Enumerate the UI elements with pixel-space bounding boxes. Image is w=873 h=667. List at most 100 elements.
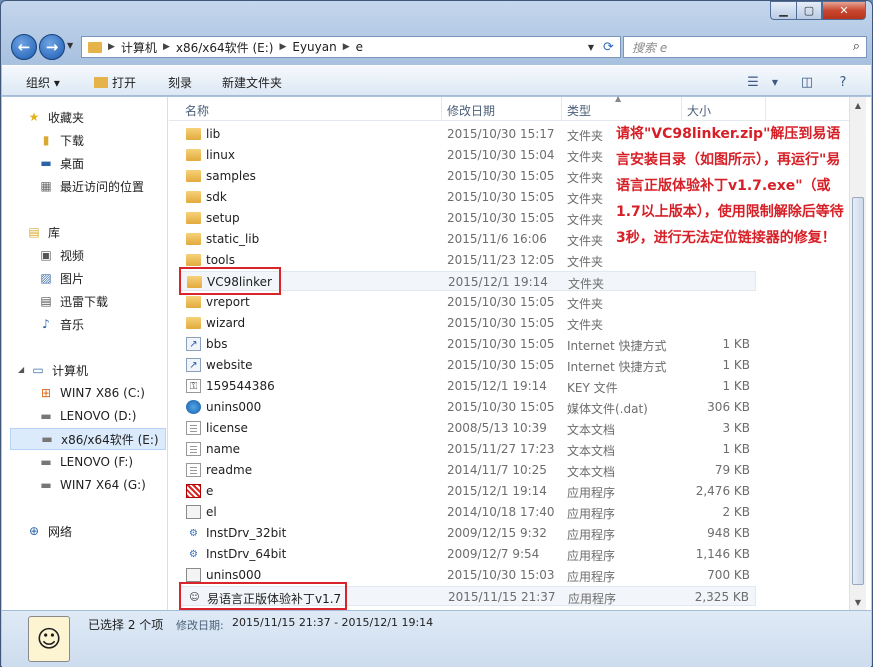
highlight-box-vc98linker (179, 267, 281, 295)
file-date: 2015/10/30 15:05 (447, 337, 555, 351)
column-name[interactable]: 名称 (185, 102, 209, 119)
nav-libraries[interactable]: ▤ 库 (26, 221, 60, 243)
breadcrumb-drive-e[interactable]: x86/x64软件 (E:) (176, 39, 274, 56)
nav-videos[interactable]: ▣ 视频 (38, 244, 84, 266)
file-date: 2015/11/27 17:23 (447, 442, 555, 456)
file-size: 79 KB (714, 463, 750, 477)
file-size: 1,146 KB (695, 547, 750, 561)
search-icon[interactable]: ⌕ (853, 39, 860, 54)
folder-icon (186, 212, 201, 224)
file-name: el (206, 505, 217, 519)
scroll-down-icon[interactable]: ▼ (850, 594, 866, 610)
column-type[interactable]: 类型 (567, 102, 591, 119)
organize-button[interactable]: 组织 ▾ (26, 74, 60, 91)
nav-drive-d[interactable]: ▬ LENOVO (D:) (38, 405, 136, 427)
nav-computer[interactable]: ▭ 计算机 (30, 359, 88, 381)
burn-button[interactable]: 刻录 (168, 74, 192, 91)
chevron-right-icon[interactable]: ▶ (163, 42, 170, 52)
folder-icon (94, 77, 108, 88)
file-type: 文件夹 (567, 234, 604, 248)
file-row[interactable]: ⚿ 159544386 2015/12/1 19:14 KEY 文件 1 KB (179, 376, 756, 396)
open-button[interactable]: 打开 (94, 74, 136, 91)
file-row[interactable]: ↗ website 2015/10/30 15:05 Internet 快捷方式 1 K… (179, 355, 756, 375)
file-name: static_lib (206, 232, 260, 246)
column-divider[interactable] (681, 97, 682, 121)
command-bar: 组织 ▾ 打开 刻录 新建文件夹 ☰ ▼ ◫ ? (2, 65, 871, 96)
view-dropdown-icon[interactable]: ▼ (764, 71, 786, 93)
nav-favorites[interactable]: ★ 收藏夹 (26, 106, 84, 128)
minimize-button[interactable]: ▁ (770, 1, 796, 20)
nav-drive-g[interactable]: ▬ WIN7 X64 (G:) (38, 474, 146, 496)
chevron-right-icon[interactable]: ▶ (279, 42, 286, 52)
nav-drive-f[interactable]: ▬ LENOVO (F:) (38, 451, 133, 473)
close-button[interactable]: ✕ (822, 1, 866, 20)
search-placeholder: 搜索 e (632, 40, 668, 55)
windows-drive-icon: ⊞ (40, 386, 52, 400)
vertical-scrollbar[interactable]: ▲ ▼ (849, 97, 866, 610)
column-size[interactable]: 大小 (687, 102, 711, 119)
nav-music[interactable]: ♪ 音乐 (38, 313, 84, 335)
file-name: 159544386 (206, 379, 275, 393)
file-date: 2015/10/30 15:04 (447, 148, 555, 162)
file-type: 文本文档 (567, 465, 616, 479)
view-options-icon[interactable]: ☰ (742, 71, 764, 93)
nav-drive-e[interactable]: ▬ x86/x64软件 (E:) (10, 428, 166, 450)
navigation-pane: ★ 收藏夹 ▮ 下载 ▬ 桌面 ▦ 最近访问的位置 ▤ 库 ▣ 视频 ▨ 图片 ▤ 迅雷下载 ♪… (2, 97, 168, 610)
file-row[interactable]: unins000 2015/10/30 15:05 媒体文件(.dat) 306 KB (179, 397, 756, 417)
search-input[interactable]: 搜索 e ⌕ (623, 36, 867, 58)
file-date: 2015/12/1 19:14 (447, 379, 547, 393)
folder-icon (186, 191, 201, 203)
file-row[interactable]: vreport 2015/10/30 15:05 文件夹 (179, 292, 756, 312)
file-row[interactable]: ⚙ InstDrv_64bit 2009/12/7 9:54 应用程序 1,146 KB (179, 544, 756, 564)
file-name: InstDrv_32bit (206, 526, 287, 540)
refresh-button[interactable]: ⟳ (597, 36, 621, 58)
nav-network[interactable]: ⊕ 网络 (26, 520, 72, 542)
file-row[interactable]: readme 2014/11/7 10:25 文本文档 79 KB (179, 460, 756, 480)
scroll-up-icon[interactable]: ▲ (850, 97, 866, 113)
file-row[interactable]: ↗ bbs 2015/10/30 15:05 Internet 快捷方式 1 KB (179, 334, 756, 354)
nav-downloads[interactable]: ▮ 下载 (38, 129, 84, 151)
maximize-button[interactable]: ▢ (796, 1, 822, 20)
nav-desktop[interactable]: ▬ 桌面 (38, 152, 84, 174)
file-row[interactable]: el 2014/10/18 17:40 应用程序 2 KB (179, 502, 756, 522)
file-size: 1 KB (722, 337, 750, 351)
file-row[interactable]: name 2015/11/27 17:23 文本文档 1 KB (179, 439, 756, 459)
star-icon: ★ (28, 110, 40, 124)
address-bar[interactable]: ▶ 计算机 ▶ x86/x64软件 (E:) ▶ Eyuyan ▶ e ▼ (81, 36, 601, 58)
help-icon[interactable]: ? (832, 71, 854, 93)
column-divider[interactable] (441, 97, 442, 121)
recent-pages-dropdown-icon[interactable]: ▼ (67, 41, 73, 50)
breadcrumb-computer[interactable]: 计算机 (121, 39, 157, 56)
text-document-icon (186, 421, 201, 435)
music-icon: ♪ (42, 317, 50, 331)
file-type: 应用程序 (567, 570, 616, 584)
address-dropdown-icon[interactable]: ▼ (588, 43, 594, 52)
scrollbar-thumb[interactable] (852, 197, 864, 585)
column-date[interactable]: 修改日期 (447, 102, 495, 119)
file-date: 2014/11/7 10:25 (447, 463, 547, 477)
file-name: tools (206, 253, 235, 267)
network-icon: ⊕ (28, 524, 40, 538)
file-row[interactable]: license 2008/5/13 10:39 文本文档 3 KB (179, 418, 756, 438)
chevron-right-icon[interactable]: ▶ (108, 42, 115, 52)
folder-icon (186, 170, 201, 182)
back-button[interactable]: ← (11, 34, 37, 60)
new-folder-button[interactable]: 新建文件夹 (222, 74, 282, 91)
folder-icon (186, 296, 201, 308)
file-row[interactable]: ⚙ InstDrv_32bit 2009/12/15 9:32 应用程序 948 KB (179, 523, 756, 543)
forward-button[interactable]: → (39, 34, 65, 60)
file-row[interactable]: wizard 2015/10/30 15:05 文件夹 (179, 313, 756, 333)
nav-pictures[interactable]: ▨ 图片 (38, 267, 84, 289)
drive-icon: ▬ (40, 478, 52, 492)
breadcrumb-eyuyan[interactable]: Eyuyan (292, 40, 336, 54)
breadcrumb-e[interactable]: e (356, 40, 363, 54)
expand-triangle-icon[interactable]: ◢ (18, 365, 24, 374)
column-divider[interactable] (765, 97, 766, 121)
chevron-right-icon[interactable]: ▶ (343, 42, 350, 52)
nav-drive-c[interactable]: ⊞ WIN7 X86 (C:) (38, 382, 145, 404)
file-row[interactable]: e 2015/12/1 19:14 应用程序 2,476 KB (179, 481, 756, 501)
preview-pane-icon[interactable]: ◫ (796, 71, 818, 93)
nav-thunder[interactable]: ▤ 迅雷下载 (38, 290, 108, 312)
nav-recent[interactable]: ▦ 最近访问的位置 (38, 175, 144, 197)
column-divider[interactable] (561, 97, 562, 121)
